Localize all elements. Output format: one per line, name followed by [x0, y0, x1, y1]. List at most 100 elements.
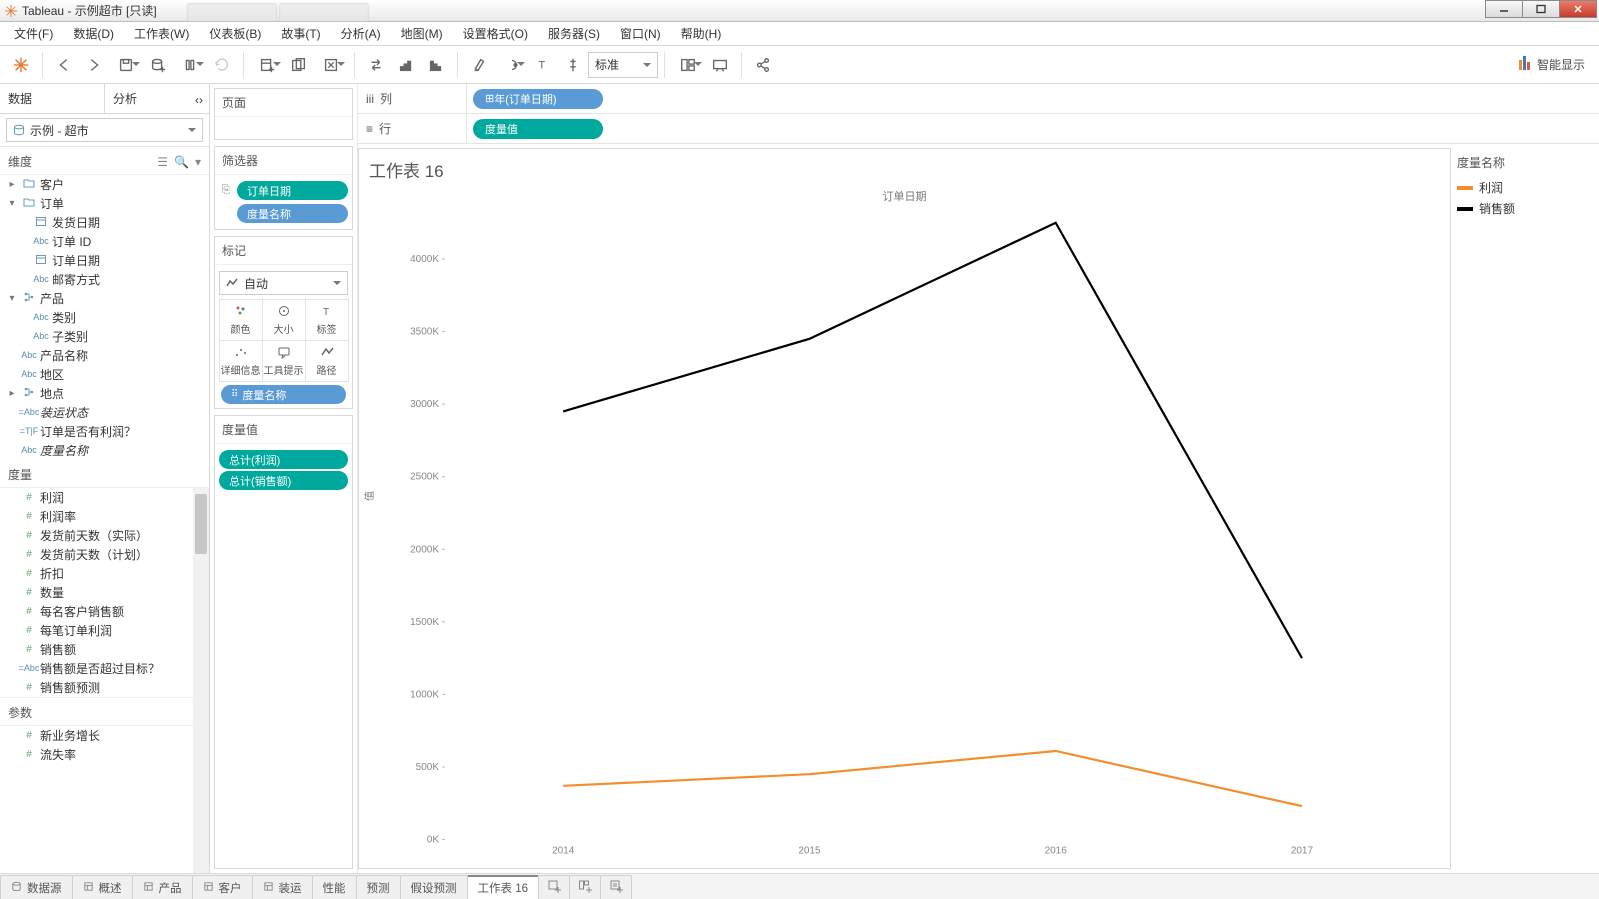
forward-button[interactable] — [79, 50, 109, 80]
dimension-field[interactable]: ▸客户 — [0, 175, 209, 194]
duplicate-sheet-button[interactable] — [284, 50, 314, 80]
chart-plot[interactable]: 0K500K1000K1500K2000K2500K3000K3500K4000… — [405, 208, 1440, 865]
data-tab[interactable]: 数据 — [0, 84, 104, 113]
new-data-source-button[interactable] — [143, 50, 173, 80]
dimension-field[interactable]: Abc度量名称 — [0, 441, 209, 460]
sheet-tab[interactable]: 工作表 16 — [467, 875, 540, 899]
sheet-tab[interactable]: 数据源 — [0, 875, 73, 899]
save-button[interactable] — [109, 50, 143, 80]
measure-field[interactable]: #每名客户销售额 — [0, 602, 209, 621]
menu-item[interactable]: 服务器(S) — [538, 22, 610, 46]
dimension-field[interactable]: Abc订单 ID — [0, 232, 209, 251]
sheet-tab[interactable]: 客户 — [192, 875, 253, 899]
series-line[interactable] — [563, 223, 1302, 658]
menu-item[interactable]: 地图(M) — [391, 22, 453, 46]
dimension-field[interactable]: Abc邮寄方式 — [0, 270, 209, 289]
legend-item[interactable]: 利润 — [1455, 177, 1595, 198]
measure-field[interactable]: =Abc销售额是否超过目标？ — [0, 659, 209, 678]
dimension-field[interactable]: 发货日期 — [0, 213, 209, 232]
share-button[interactable] — [748, 50, 778, 80]
parameter-field[interactable]: #新业务增长 — [0, 726, 209, 745]
data-source-selector[interactable]: 示例 - 超市 — [6, 118, 203, 142]
clear-sheet-button[interactable] — [314, 50, 348, 80]
dimension-field[interactable]: ▾订单 — [0, 194, 209, 213]
sheet-tab[interactable]: 性能 — [312, 875, 357, 899]
menu-item[interactable]: 仪表板(B) — [199, 22, 271, 46]
series-line[interactable] — [563, 751, 1302, 806]
rows-pill[interactable]: 度量值 — [473, 119, 603, 139]
mark-encoding-tooltip[interactable]: 工具提示 — [262, 340, 306, 382]
measure-field[interactable]: #销售额 — [0, 640, 209, 659]
dimension-field[interactable]: 订单日期 — [0, 251, 209, 270]
columns-pill[interactable]: ⊞ 年(订单日期) — [473, 89, 603, 109]
mark-encoding-color[interactable]: 颜色 — [219, 299, 263, 341]
dimension-field[interactable]: =T|F订单是否有利润？ — [0, 422, 209, 441]
menu-item[interactable]: 数据(D) — [63, 22, 124, 46]
window-maximize-button[interactable] — [1522, 0, 1560, 18]
back-button[interactable] — [49, 50, 79, 80]
dimension-field[interactable]: =Abc装运状态 — [0, 403, 209, 422]
sheet-tab[interactable]: 预测 — [356, 875, 401, 899]
sheet-tab[interactable]: 假设预测 — [400, 875, 468, 899]
viz-title[interactable]: 工作表 16 — [359, 149, 1450, 182]
sort-desc-button[interactable] — [421, 50, 451, 80]
dimension-field[interactable]: Abc地区 — [0, 365, 209, 384]
legend-item[interactable]: 销售额 — [1455, 198, 1595, 219]
tableau-start-button[interactable] — [6, 50, 36, 80]
dimension-field[interactable]: Abc子类别 — [0, 327, 209, 346]
mark-encoding-detail[interactable]: 详细信息 — [219, 340, 263, 382]
measure-field[interactable]: #发货前天数（实际） — [0, 526, 209, 545]
dimension-field[interactable]: Abc类别 — [0, 308, 209, 327]
analytics-tab[interactable]: 分析‹› — [104, 84, 209, 113]
new-sheet-button[interactable] — [600, 875, 632, 899]
group-button[interactable] — [494, 50, 528, 80]
scrollbar[interactable] — [193, 488, 209, 873]
mark-encoding-size[interactable]: 大小 — [262, 299, 306, 341]
fit-selector[interactable]: 标准 — [588, 52, 658, 78]
sort-asc-button[interactable] — [391, 50, 421, 80]
window-close-button[interactable] — [1559, 0, 1597, 18]
measure-field[interactable]: #利润率 — [0, 507, 209, 526]
parameter-field[interactable]: #流失率 — [0, 745, 209, 764]
measure-value-pill[interactable]: 总计(利润) — [219, 450, 348, 469]
menu-item[interactable]: 窗口(N) — [610, 22, 671, 46]
window-minimize-button[interactable] — [1485, 0, 1523, 18]
show-cards-button[interactable] — [671, 50, 705, 80]
pause-auto-updates-button[interactable] — [173, 50, 207, 80]
new-sheet-button[interactable] — [569, 875, 601, 899]
measure-field[interactable]: #发货前天数（计划） — [0, 545, 209, 564]
measure-field[interactable]: #折扣 — [0, 564, 209, 583]
menu-item[interactable]: 设置格式(O) — [453, 22, 538, 46]
new-worksheet-button[interactable] — [250, 50, 284, 80]
menu-item[interactable]: 工作表(W) — [124, 22, 199, 46]
measure-field[interactable]: #利润 — [0, 488, 209, 507]
marks-color-pill[interactable]: ⠿ 度量名称 — [221, 385, 346, 404]
pin-axis-button[interactable] — [558, 50, 588, 80]
viz-canvas[interactable]: 工作表 16 订单日期 值 0K500K1000K1500K2000K2500K… — [358, 148, 1451, 869]
sheet-tab[interactable]: 概述 — [72, 875, 133, 899]
filter-pill[interactable]: 度量名称 — [237, 204, 348, 223]
file-tab[interactable] — [187, 3, 277, 21]
menu-item[interactable]: 帮助(H) — [671, 22, 732, 46]
sheet-tab[interactable]: 产品 — [132, 875, 193, 899]
measure-field[interactable]: #每笔订单利润 — [0, 621, 209, 640]
presentation-mode-button[interactable] — [705, 50, 735, 80]
highlight-button[interactable] — [464, 50, 494, 80]
mark-encoding-label[interactable]: T标签 — [305, 299, 349, 341]
color-legend[interactable]: 度量名称 利润销售额 — [1455, 148, 1595, 869]
filter-pill[interactable]: 订单日期 — [237, 181, 348, 200]
new-sheet-button[interactable] — [538, 875, 570, 899]
view-mode-icon[interactable]: ☰ — [157, 155, 168, 169]
mark-encoding-path[interactable]: 路径 — [305, 340, 349, 382]
show-me-button[interactable]: 智能显示 — [1519, 56, 1585, 73]
menu-item[interactable]: 故事(T) — [271, 22, 330, 46]
search-icon[interactable]: 🔍 — [174, 155, 189, 169]
columns-shelf[interactable]: iii列 ⊞ 年(订单日期) — [358, 84, 1599, 114]
mark-type-selector[interactable]: 自动 — [219, 271, 348, 295]
file-tab[interactable] — [279, 3, 369, 21]
dimension-field[interactable]: ▾产品 — [0, 289, 209, 308]
dimension-field[interactable]: Abc产品名称 — [0, 346, 209, 365]
measure-field[interactable]: #销售额预测 — [0, 678, 209, 697]
swap-rows-columns-button[interactable] — [361, 50, 391, 80]
sheet-tab[interactable]: 装运 — [252, 875, 313, 899]
